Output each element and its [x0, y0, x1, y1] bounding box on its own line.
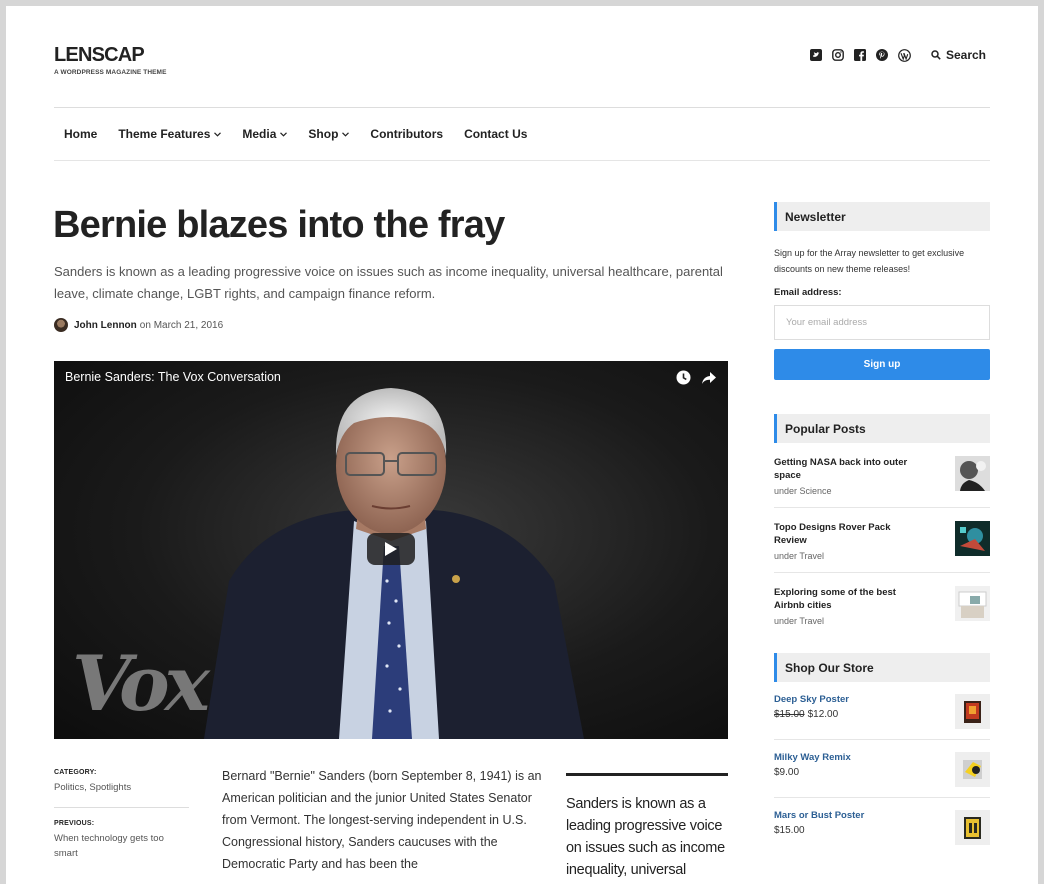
- post-category: under Travel: [774, 551, 825, 561]
- header-tools: Search: [801, 48, 986, 62]
- popular-posts-widget: Popular Posts Getting NASA back into out…: [774, 414, 990, 637]
- list-item[interactable]: Milky Way Remix $9.00: [774, 740, 990, 798]
- current-price: $12.00: [807, 709, 839, 720]
- header-divider: [54, 107, 990, 108]
- widget-title: Newsletter: [774, 202, 990, 231]
- video-controls: [666, 370, 716, 385]
- widget-title: Shop Our Store: [774, 653, 990, 682]
- nav-item-label: Home: [64, 127, 98, 141]
- nav-item-contact-us[interactable]: Contact Us: [464, 127, 527, 141]
- list-item[interactable]: Deep Sky Poster $15.00 $12.00: [774, 682, 990, 740]
- category-links[interactable]: Politics, Spotlights: [54, 780, 189, 795]
- newsletter-widget: Newsletter Sign up for the Array newslet…: [774, 202, 990, 380]
- nav-item-label: Shop: [308, 127, 339, 141]
- search-button[interactable]: Search: [931, 48, 986, 62]
- play-button[interactable]: [367, 533, 415, 565]
- signup-button[interactable]: Sign up: [774, 349, 990, 380]
- product-name[interactable]: Deep Sky Poster: [774, 694, 849, 705]
- widget-title: Popular Posts: [774, 414, 990, 443]
- email-field[interactable]: [774, 305, 990, 340]
- post-thumbnail[interactable]: [955, 586, 990, 621]
- list-item[interactable]: Getting NASA back into outer space under…: [774, 443, 990, 508]
- article-title: Bernie blazes into the fray: [53, 204, 505, 246]
- article-dek: Sanders is known as a leading progressiv…: [54, 264, 723, 301]
- nav-item-media[interactable]: Media: [242, 127, 288, 141]
- post-title[interactable]: Topo Designs Rover Pack Review: [774, 521, 924, 547]
- previous-label: PREVIOUS:: [54, 820, 95, 827]
- pinterest-icon[interactable]: [876, 49, 889, 62]
- publish-date: March 21, 2016: [153, 319, 224, 331]
- previous-post-link[interactable]: When technology gets too smart: [54, 831, 189, 861]
- chevron-down-icon: [342, 131, 350, 137]
- share-icon[interactable]: [701, 370, 716, 385]
- nav-item-label: Contributors: [370, 127, 444, 141]
- nav-item-shop[interactable]: Shop: [308, 127, 350, 141]
- old-price: $15.00: [774, 709, 805, 720]
- pull-quote: Sanders is known as a leading progressiv…: [566, 773, 728, 881]
- category-label: CATEGORY:: [54, 769, 97, 776]
- product-thumbnail[interactable]: [955, 694, 990, 729]
- product-price: $15.00: [774, 825, 864, 836]
- list-item[interactable]: Topo Designs Rover Pack Review under Tra…: [774, 508, 990, 573]
- watch-later-icon[interactable]: [676, 370, 691, 385]
- wordpress-icon[interactable]: [898, 48, 911, 62]
- twitter-icon[interactable]: [810, 49, 823, 62]
- post-thumbnail[interactable]: [955, 521, 990, 556]
- post-category: under Travel: [774, 616, 825, 626]
- nav-item-label: Theme Features: [118, 127, 211, 141]
- video-player[interactable]: Bernie Sanders: The Vox Conversation Vox: [54, 361, 728, 739]
- product-thumbnail[interactable]: [955, 810, 990, 845]
- byline: John Lennon on March 21, 2016: [54, 318, 223, 332]
- nav-divider: [54, 160, 990, 161]
- avatar[interactable]: [54, 318, 68, 332]
- product-name[interactable]: Milky Way Remix: [774, 752, 851, 763]
- article-meta: CATEGORY: Politics, Spotlights PREVIOUS:…: [54, 769, 189, 861]
- play-icon: [385, 542, 397, 556]
- product-thumbnail[interactable]: [955, 752, 990, 787]
- site-branding[interactable]: LENSCAP A WORDPRESS MAGAZINE THEME: [54, 44, 167, 76]
- author-link[interactable]: John Lennon: [74, 320, 137, 331]
- nav-item-label: Contact Us: [464, 127, 528, 141]
- nav-item-home[interactable]: Home: [64, 127, 97, 141]
- post-thumbnail[interactable]: [955, 456, 990, 491]
- current-price: $15.00: [774, 825, 805, 836]
- video-title[interactable]: Bernie Sanders: The Vox Conversation: [65, 370, 281, 384]
- chevron-down-icon: [280, 131, 288, 137]
- chevron-down-icon: [214, 131, 222, 137]
- vox-watermark: Vox: [72, 639, 210, 728]
- search-icon: [931, 50, 941, 60]
- email-label: Email address:: [774, 287, 842, 298]
- list-item[interactable]: Exploring some of the best Airbnb cities…: [774, 573, 990, 637]
- post-category: under Science: [774, 486, 832, 496]
- shop-widget: Shop Our Store Deep Sky Poster $15.00 $12…: [774, 653, 990, 855]
- search-label: Search: [945, 48, 986, 62]
- site-tagline: A WORDPRESS MAGAZINE THEME: [54, 69, 167, 76]
- date-prefix: on: [139, 319, 151, 331]
- post-title[interactable]: Exploring some of the best Airbnb cities: [774, 586, 924, 612]
- current-price: $9.00: [774, 767, 800, 778]
- instagram-icon[interactable]: [832, 49, 845, 62]
- newsletter-description: Sign up for the Array newsletter to get …: [774, 248, 965, 274]
- facebook-icon[interactable]: [854, 49, 867, 62]
- post-title[interactable]: Getting NASA back into outer space: [774, 456, 924, 482]
- list-item[interactable]: Mars or Bust Poster $15.00: [774, 798, 990, 855]
- article-body: Bernard "Bernie" Sanders (born September…: [222, 769, 542, 871]
- site-logo[interactable]: LENSCAP: [54, 44, 167, 67]
- product-price: $9.00: [774, 767, 851, 778]
- meta-divider: [54, 807, 189, 808]
- page: LENSCAP A WORDPRESS MAGAZINE THEME Searc…: [6, 6, 1038, 884]
- nav-item-label: Media: [242, 127, 277, 141]
- main-nav: Home Theme Features Media Shop Contribut…: [64, 127, 548, 141]
- product-price: $15.00 $12.00: [774, 709, 849, 720]
- nav-item-contributors[interactable]: Contributors: [370, 127, 443, 141]
- product-name[interactable]: Mars or Bust Poster: [774, 810, 864, 821]
- nav-item-theme-features[interactable]: Theme Features: [118, 127, 222, 141]
